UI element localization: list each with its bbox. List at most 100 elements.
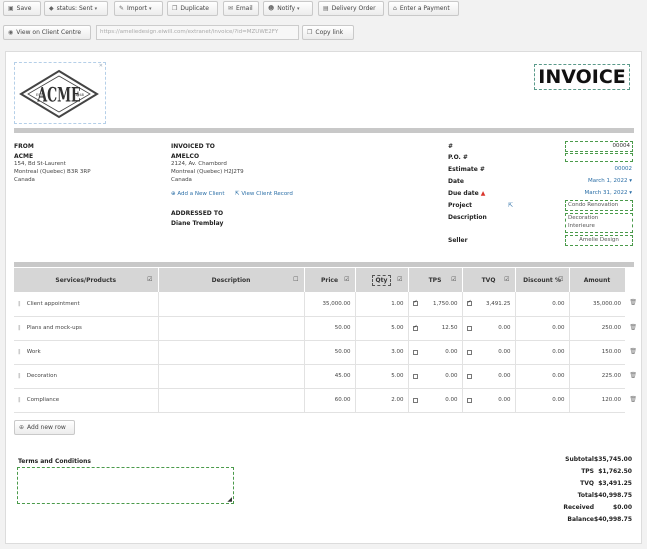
drag-handle-icon[interactable]: ‖ xyxy=(18,301,21,307)
trash-icon[interactable]: 🗑 xyxy=(629,348,637,355)
description-cell[interactable] xyxy=(158,292,305,317)
resize-handle-icon[interactable]: ◢ xyxy=(227,496,232,503)
qty-cell[interactable]: 1.00 xyxy=(355,292,409,317)
client-address-line2: Montreal (Quebec) H2J2T9 xyxy=(171,169,244,175)
view-client-centre-button[interactable]: ◉ View on Client Centre xyxy=(3,25,91,40)
qty-cell[interactable]: 5.00 xyxy=(355,364,409,389)
column-header-description[interactable]: Description ☐ xyxy=(158,268,305,292)
tvq-checkbox[interactable] xyxy=(466,301,472,306)
tvq-cell[interactable]: 0.00 xyxy=(462,364,516,389)
logo-upload-area[interactable]: ✕ ACME EST. 1948 xyxy=(14,62,106,124)
trash-icon[interactable]: 🗑 xyxy=(629,324,637,331)
column-header-tps[interactable]: TPS ☑ xyxy=(408,268,463,292)
price-cell[interactable]: 60.00 xyxy=(304,388,356,413)
description-cell[interactable] xyxy=(158,388,305,413)
checkbox-icon[interactable]: ☑ xyxy=(451,276,456,283)
qty-cell[interactable]: 5.00 xyxy=(355,316,409,341)
tvq-checkbox[interactable] xyxy=(466,349,472,355)
add-client-link[interactable]: ⊕ Add a New Client xyxy=(171,190,225,198)
price-cell[interactable]: 45.00 xyxy=(304,364,356,389)
checkbox-icon[interactable]: ☐ xyxy=(293,276,298,283)
description-field[interactable]: Decoration Interieure xyxy=(565,213,633,233)
tps-checkbox[interactable] xyxy=(412,301,418,306)
drag-handle-icon[interactable]: ‖ xyxy=(18,373,21,379)
tvq-cell[interactable]: 3,491.25 xyxy=(462,292,516,317)
share-url-field[interactable]: https://ameliedesign.eiwill.com/extranet… xyxy=(96,25,299,40)
tps-cell[interactable]: 0.00 xyxy=(408,340,463,365)
estimate-link[interactable]: 00002 xyxy=(615,166,633,172)
tps-checkbox[interactable] xyxy=(412,325,418,331)
column-header-services[interactable]: Services/Products ☑ xyxy=(14,268,159,292)
drag-handle-icon[interactable]: ‖ xyxy=(18,397,21,403)
service-cell[interactable]: ‖ Client appointment xyxy=(14,292,159,317)
trash-icon[interactable]: 🗑 xyxy=(629,372,637,379)
trash-icon[interactable]: 🗑 xyxy=(629,396,637,403)
service-cell[interactable]: ‖ Plans and mock-ups xyxy=(14,316,159,341)
duplicate-button[interactable]: ❐ Duplicate xyxy=(167,1,218,16)
tps-checkbox[interactable] xyxy=(412,373,418,379)
column-header-price[interactable]: Price ☑ xyxy=(304,268,356,292)
trash-icon[interactable]: 🗑 xyxy=(629,299,637,306)
tps-checkbox[interactable] xyxy=(412,397,418,403)
drag-handle-icon[interactable]: ‖ xyxy=(18,349,21,355)
description-cell[interactable] xyxy=(158,364,305,389)
checkbox-icon[interactable]: ☑ xyxy=(344,276,349,283)
description-cell[interactable] xyxy=(158,340,305,365)
drag-handle-icon[interactable]: ‖ xyxy=(18,325,21,331)
copy-link-button[interactable]: ❐ Copy link xyxy=(302,25,354,40)
checkbox-icon[interactable]: ☑ xyxy=(558,276,563,283)
table-row: ‖ Decoration 45.00 5.00 0.00 0.00 0.00 22… xyxy=(14,364,637,389)
external-link-icon[interactable]: ⇱ xyxy=(508,202,513,209)
enter-payment-button[interactable]: ⌂ Enter a Payment xyxy=(388,1,459,16)
tvq-checkbox[interactable] xyxy=(466,397,472,403)
description-cell[interactable] xyxy=(158,316,305,341)
terms-textarea[interactable]: ◢ xyxy=(17,467,234,504)
discount-cell[interactable]: 0.00 xyxy=(515,316,570,341)
status-dropdown[interactable]: ◆ status: Sent ▾ xyxy=(44,1,108,16)
checkbox-icon[interactable]: ☑ xyxy=(397,276,402,283)
column-header-qty[interactable]: Qty ☑ xyxy=(355,268,409,292)
notify-dropdown[interactable]: ☻ Notify ▾ xyxy=(263,1,313,16)
tvq-cell[interactable]: 0.00 xyxy=(462,340,516,365)
due-date-picker[interactable]: March 31, 2022 ▾ xyxy=(584,190,632,196)
tvq-cell[interactable]: 0.00 xyxy=(462,388,516,413)
date-picker[interactable]: March 1, 2022 ▾ xyxy=(588,178,632,184)
view-client-link[interactable]: ⇱ View Client Record xyxy=(235,190,293,198)
discount-cell[interactable]: 0.00 xyxy=(515,388,570,413)
tps-cell[interactable]: 0.00 xyxy=(408,364,463,389)
project-field[interactable]: Condo Renovation xyxy=(565,200,633,211)
po-field[interactable] xyxy=(565,153,633,162)
tps-total-label: TPS xyxy=(581,468,594,475)
checkbox-icon[interactable]: ☑ xyxy=(147,276,152,283)
tps-cell[interactable]: 1,750.00 xyxy=(408,292,463,317)
tps-checkbox[interactable] xyxy=(412,349,418,355)
tps-cell[interactable]: 12.50 xyxy=(408,316,463,341)
column-header-tvq[interactable]: TVQ ☑ xyxy=(462,268,516,292)
document-title[interactable]: INVOICE xyxy=(534,64,630,90)
discount-cell[interactable]: 0.00 xyxy=(515,292,570,317)
save-button[interactable]: ▣ Save xyxy=(3,1,41,16)
tvq-checkbox[interactable] xyxy=(466,325,472,331)
email-button[interactable]: ✉ Email xyxy=(223,1,259,16)
qty-cell[interactable]: 3.00 xyxy=(355,340,409,365)
column-header-discount[interactable]: Discount % ☑ xyxy=(515,268,570,292)
discount-cell[interactable]: 0.00 xyxy=(515,340,570,365)
tvq-cell[interactable]: 0.00 xyxy=(462,316,516,341)
delivery-order-button[interactable]: ▤ Delivery Order xyxy=(318,1,384,16)
import-dropdown[interactable]: ✎ Import ▾ xyxy=(114,1,163,16)
price-cell[interactable]: 35,000.00 xyxy=(304,292,356,317)
discount-cell[interactable]: 0.00 xyxy=(515,364,570,389)
client-address-line1: 2124, Av. Chambord xyxy=(171,161,227,167)
invoice-number-field[interactable]: 00004 xyxy=(565,141,633,152)
seller-field[interactable]: Amelie Design xyxy=(565,235,633,246)
service-cell[interactable]: ‖ Work xyxy=(14,340,159,365)
price-cell[interactable]: 50.00 xyxy=(304,316,356,341)
checkbox-icon[interactable]: ☑ xyxy=(504,276,509,283)
qty-cell[interactable]: 2.00 xyxy=(355,388,409,413)
add-row-button[interactable]: ⊕ Add new row xyxy=(14,420,75,435)
service-cell[interactable]: ‖ Decoration xyxy=(14,364,159,389)
price-cell[interactable]: 50.00 xyxy=(304,340,356,365)
service-cell[interactable]: ‖ Compliance xyxy=(14,388,159,413)
tps-cell[interactable]: 0.00 xyxy=(408,388,463,413)
tvq-checkbox[interactable] xyxy=(466,373,472,379)
